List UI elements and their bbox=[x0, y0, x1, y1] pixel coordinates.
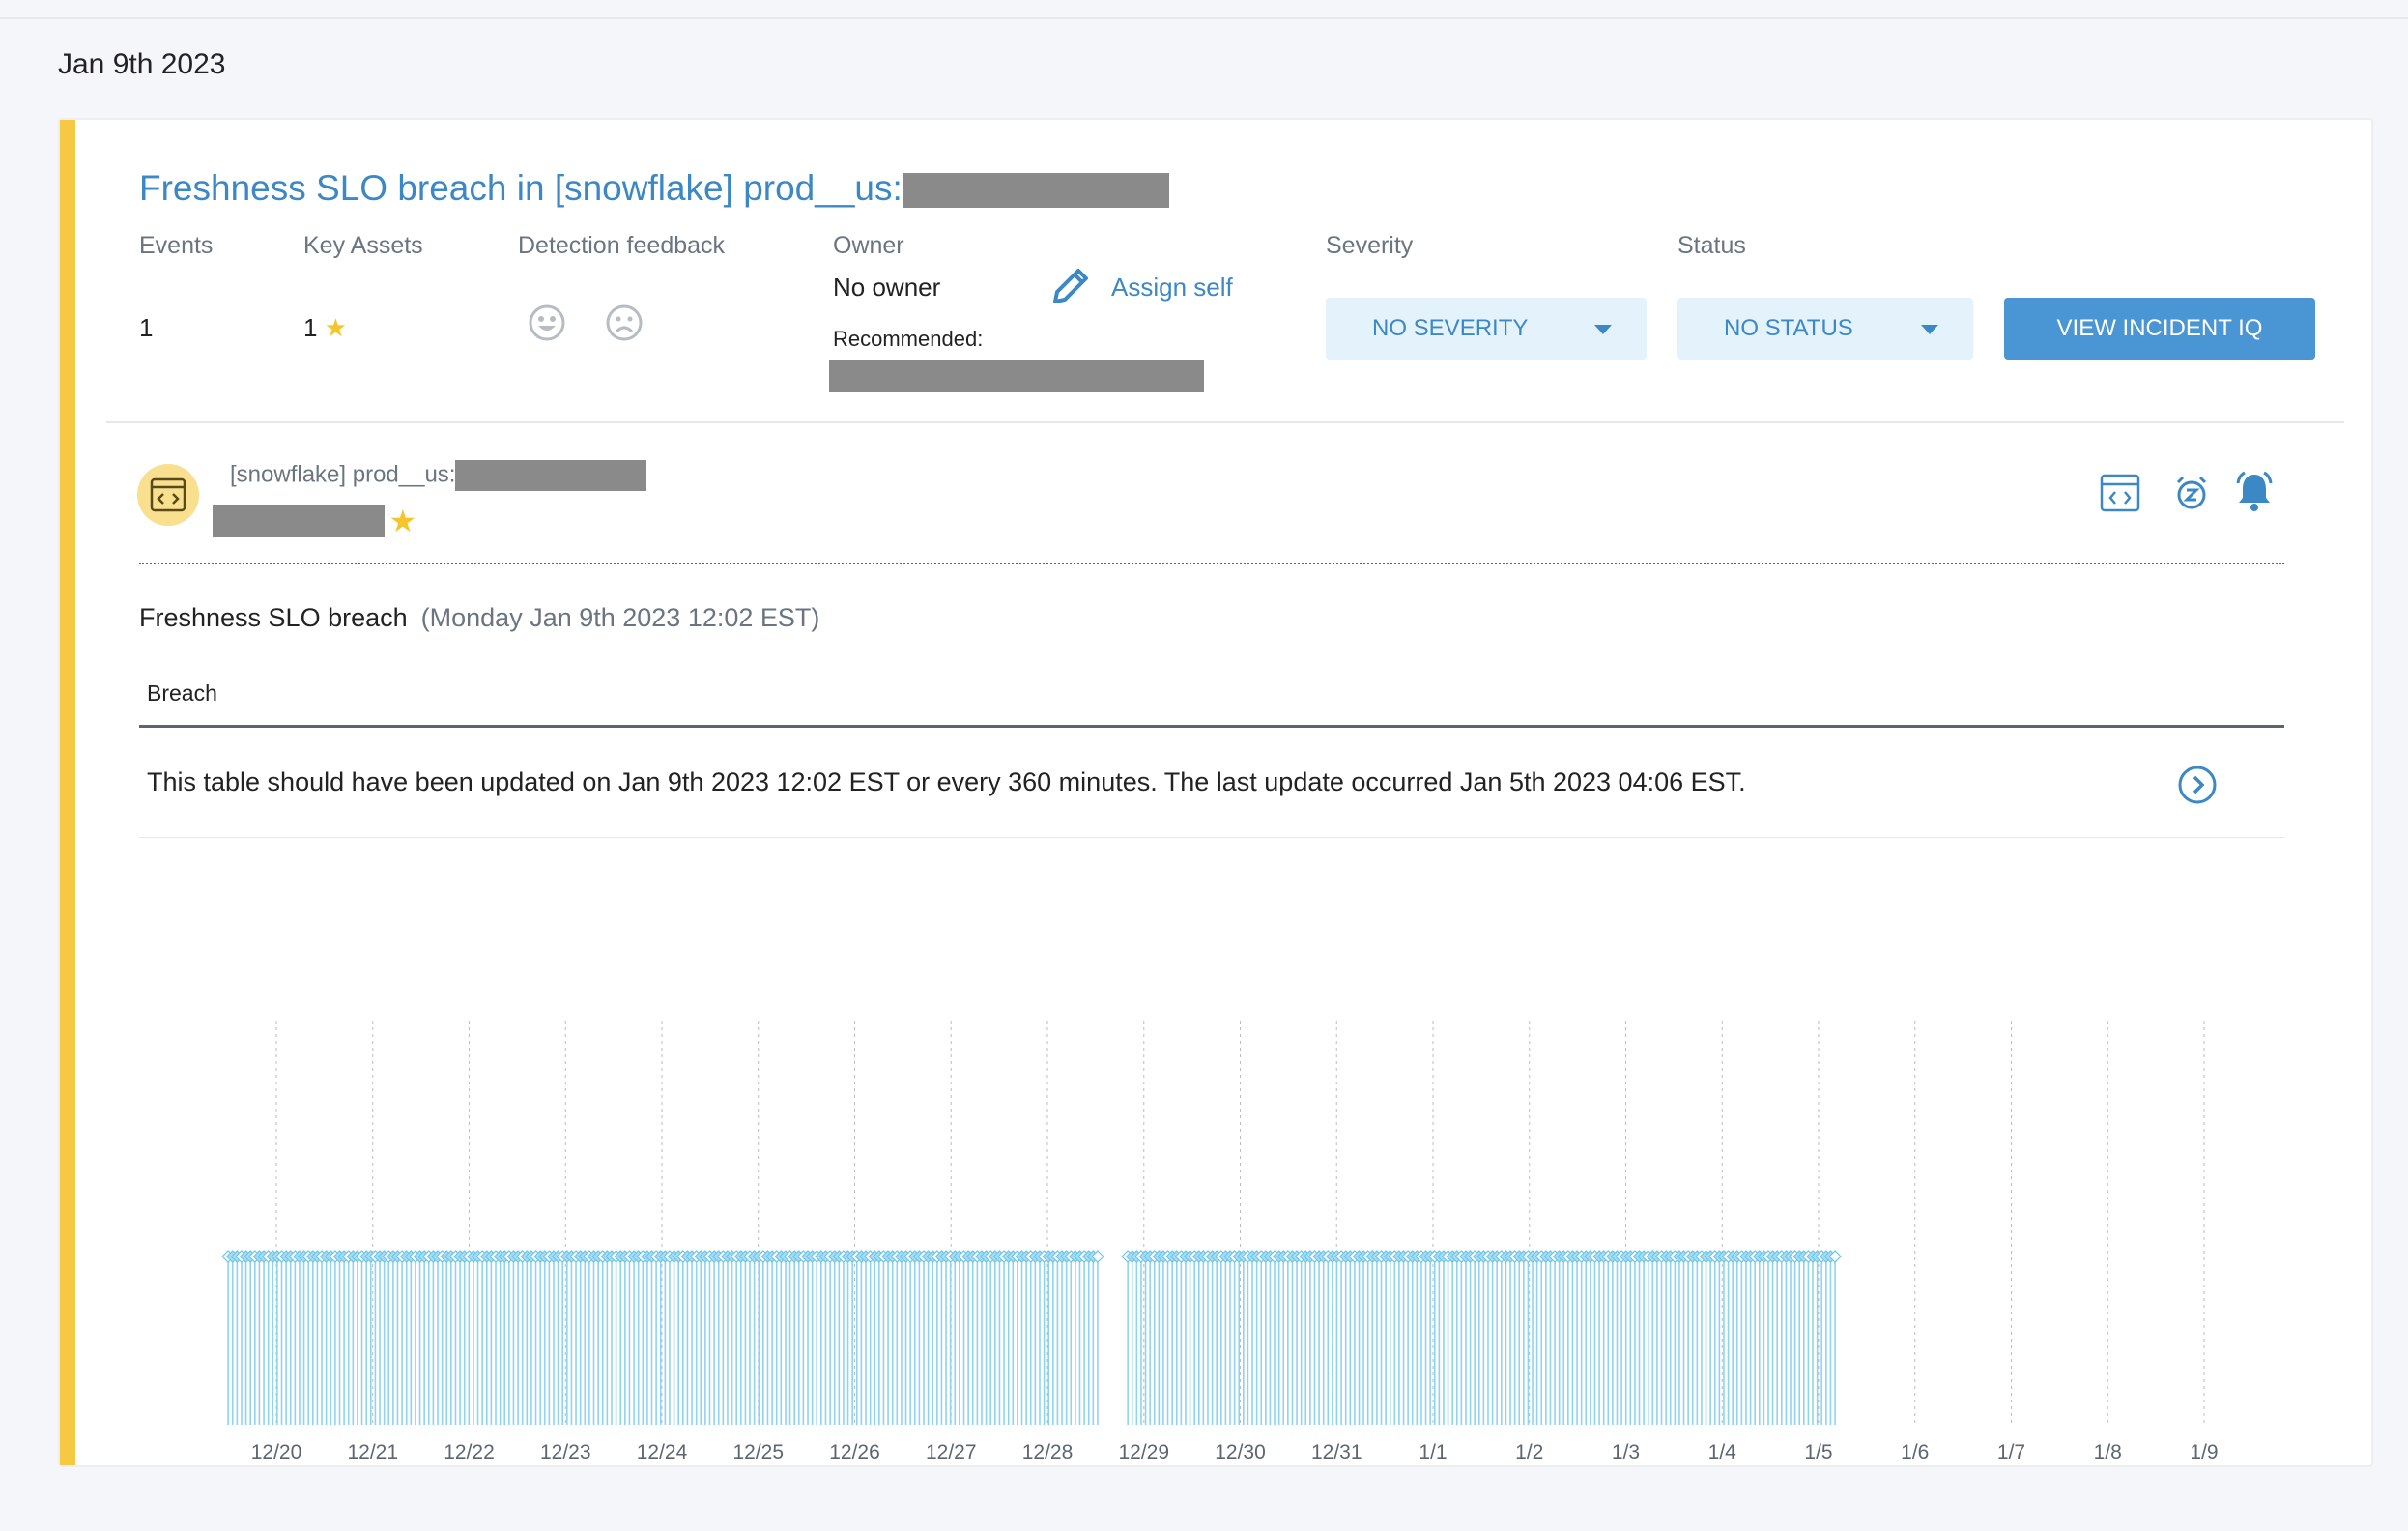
x-tick-label: 1/1 bbox=[1419, 1441, 1447, 1463]
snooze-alarm-icon[interactable] bbox=[2172, 474, 2211, 512]
x-tick-label: 12/27 bbox=[926, 1441, 977, 1463]
x-tick-label: 1/2 bbox=[1515, 1441, 1543, 1463]
happy-face-icon[interactable] bbox=[528, 303, 566, 342]
chevron-down-icon bbox=[1921, 325, 1938, 334]
table-code-icon bbox=[150, 477, 186, 512]
event-name: Freshness SLO breach bbox=[139, 603, 408, 632]
key-assets-count: 1 bbox=[303, 313, 318, 342]
pencil-icon[interactable] bbox=[1049, 265, 1092, 307]
x-tick-label: 12/24 bbox=[637, 1441, 688, 1463]
status-dropdown[interactable]: NO STATUS bbox=[1677, 298, 1973, 360]
x-tick-label: 12/31 bbox=[1311, 1441, 1362, 1463]
x-tick-label: 1/5 bbox=[1804, 1441, 1832, 1463]
event-timestamp: (Monday Jan 9th 2023 12:02 EST) bbox=[420, 603, 820, 632]
events-count: 1 bbox=[139, 313, 154, 342]
status-label: Status bbox=[1677, 232, 1746, 259]
asset-path-text: [snowflake] prod__us: bbox=[230, 461, 456, 488]
severity-value: NO SEVERITY bbox=[1372, 315, 1529, 341]
key-assets-value: 1 ★ bbox=[303, 313, 347, 343]
freshness-chart[interactable]: 12/20 12/21 12/22 12/23 12/24 12/25 12/26 12/27… bbox=[195, 893, 2263, 1531]
severity-label: Severity bbox=[1326, 232, 1414, 259]
x-tick-label: 12/26 bbox=[829, 1441, 880, 1463]
chevron-right-circle-icon[interactable] bbox=[2178, 766, 2217, 804]
assign-self-link[interactable]: Assign self bbox=[1111, 273, 1233, 303]
x-tick-label: 1/7 bbox=[1997, 1441, 2025, 1463]
detection-feedback-label: Detection feedback bbox=[518, 232, 726, 259]
breach-message: This table should have been updated on J… bbox=[147, 767, 1746, 796]
x-tick-label: 12/30 bbox=[1215, 1441, 1266, 1463]
redacted-block bbox=[902, 173, 1169, 209]
event-title: Freshness SLO breach (Monday Jan 9th 2023… bbox=[139, 603, 819, 633]
redacted-block bbox=[455, 460, 647, 491]
tab-breach[interactable]: Breach bbox=[147, 680, 217, 707]
table-code-icon[interactable] bbox=[2099, 472, 2141, 514]
x-tick-label: 12/28 bbox=[1022, 1441, 1074, 1463]
x-tick-label: 12/21 bbox=[347, 1441, 398, 1463]
owner-value: No owner bbox=[833, 273, 941, 302]
x-tick-label: 12/20 bbox=[251, 1441, 302, 1463]
sad-face-icon[interactable] bbox=[605, 303, 644, 342]
row-divider bbox=[139, 837, 2284, 838]
owner-label: Owner bbox=[833, 232, 904, 259]
incident-title-text: Freshness SLO breach in [snowflake] prod… bbox=[139, 168, 903, 208]
star-icon: ★ bbox=[388, 504, 417, 538]
x-tick-label: 12/23 bbox=[540, 1441, 591, 1463]
view-incident-iq-button[interactable]: VIEW INCIDENT IQ bbox=[2004, 298, 2315, 360]
dotted-divider bbox=[139, 563, 2284, 564]
x-tick-label: 1/9 bbox=[2190, 1441, 2218, 1463]
x-tick-label: 1/4 bbox=[1708, 1441, 1737, 1463]
x-tick-label: 12/29 bbox=[1118, 1441, 1169, 1463]
asset-name[interactable]: ★ bbox=[213, 503, 416, 539]
events-label: Events bbox=[139, 232, 214, 259]
key-assets-label: Key Assets bbox=[303, 232, 423, 259]
date-heading: Jan 9th 2023 bbox=[58, 48, 226, 80]
header-divider bbox=[0, 17, 2408, 19]
x-tick-label: 1/3 bbox=[1612, 1441, 1640, 1463]
redacted-block bbox=[213, 505, 385, 537]
severity-dropdown[interactable]: NO SEVERITY bbox=[1326, 298, 1647, 360]
status-value: NO STATUS bbox=[1724, 315, 1853, 341]
tab-underline bbox=[139, 725, 2284, 728]
chevron-down-icon bbox=[1594, 325, 1612, 334]
x-tick-label: 12/25 bbox=[732, 1441, 784, 1463]
star-icon: ★ bbox=[324, 313, 348, 342]
incident-title[interactable]: Freshness SLO breach in [snowflake] prod… bbox=[139, 168, 1169, 209]
severity-accent-bar bbox=[60, 120, 75, 1465]
x-tick-label: 12/22 bbox=[444, 1441, 495, 1463]
bell-icon[interactable] bbox=[2234, 470, 2275, 512]
section-divider bbox=[106, 421, 2344, 423]
incident-card[interactable]: Freshness SLO breach in [snowflake] prod… bbox=[58, 118, 2373, 1467]
x-tick-label: 1/8 bbox=[2094, 1441, 2122, 1463]
asset-path[interactable]: [snowflake] prod__us: bbox=[230, 460, 647, 491]
asset-avatar bbox=[137, 464, 199, 526]
recommended-label: Recommended: bbox=[833, 327, 984, 351]
recommended-owner-redacted[interactable] bbox=[829, 360, 1204, 392]
x-tick-label: 1/6 bbox=[1901, 1441, 1929, 1463]
